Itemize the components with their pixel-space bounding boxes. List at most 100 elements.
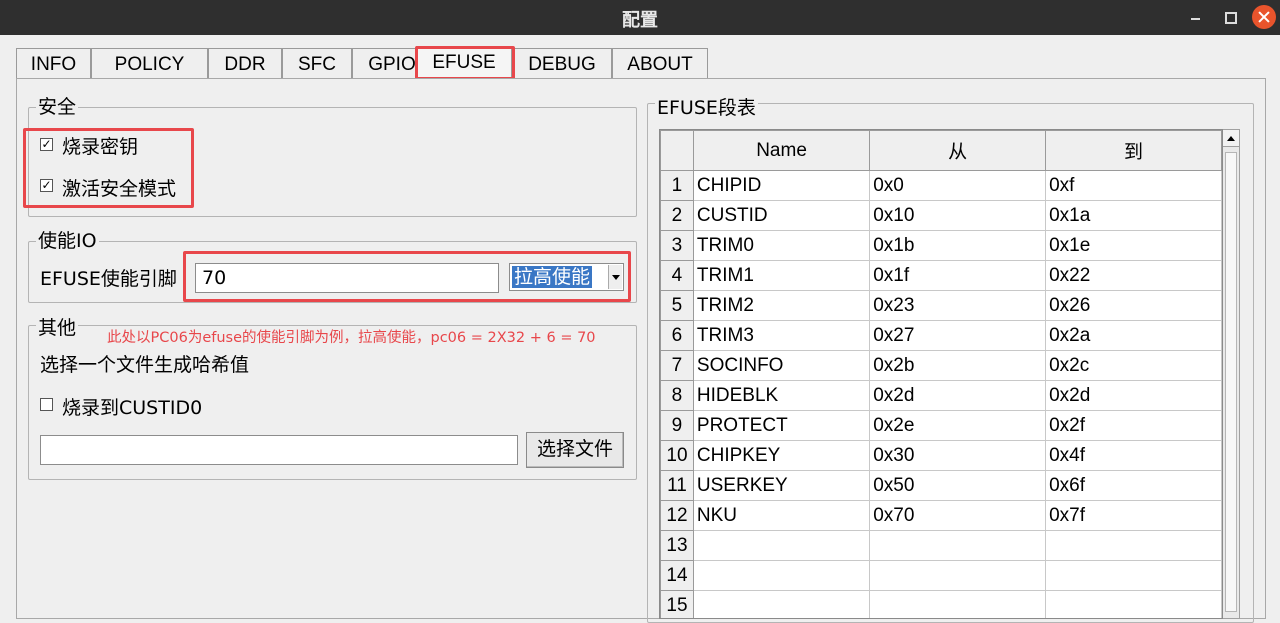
- cell-name[interactable]: USERKEY: [692, 470, 871, 501]
- cell-to[interactable]: 0x22: [1045, 260, 1222, 291]
- cell-name[interactable]: CUSTID: [692, 200, 871, 231]
- cell-name[interactable]: NKU: [692, 500, 871, 531]
- column-header-from[interactable]: 从: [869, 130, 1047, 171]
- cell-name[interactable]: CHIPKEY: [692, 440, 871, 471]
- secure-mode-label: 激活安全模式: [62, 178, 177, 200]
- cell-from[interactable]: 0x30: [869, 440, 1047, 471]
- cell-to[interactable]: 0x2f: [1045, 410, 1222, 441]
- cell-from[interactable]: 0x1b: [869, 230, 1047, 261]
- row-number: 6: [660, 320, 694, 351]
- cell-from[interactable]: [869, 590, 1047, 618]
- tab-info[interactable]: INFO: [16, 48, 91, 78]
- burn-custid-label: 烧录到CUSTID0: [62, 397, 203, 419]
- table-row[interactable]: 1 CHIPID 0x0 0xf: [660, 170, 1222, 201]
- cell-from[interactable]: 0x50: [869, 470, 1047, 501]
- other-group-title: 其他: [36, 317, 79, 339]
- choose-file-button[interactable]: 选择文件: [526, 432, 624, 468]
- row-number: 4: [660, 260, 694, 291]
- table-row[interactable]: 12 NKU 0x70 0x7f: [660, 500, 1222, 531]
- tab-debug[interactable]: DEBUG: [512, 48, 612, 78]
- table-row[interactable]: 5 TRIM2 0x23 0x26: [660, 290, 1222, 321]
- tab-policy[interactable]: POLICY: [91, 48, 208, 78]
- cell-from[interactable]: [869, 560, 1047, 591]
- row-number: 12: [660, 500, 694, 531]
- row-number: 5: [660, 290, 694, 321]
- enable-mode-select[interactable]: 拉高使能: [509, 263, 624, 291]
- table-row[interactable]: 2 CUSTID 0x10 0x1a: [660, 200, 1222, 231]
- cell-from[interactable]: 0x1f: [869, 260, 1047, 291]
- cell-name[interactable]: [692, 530, 871, 561]
- column-header-name[interactable]: Name: [692, 130, 871, 171]
- column-header-to[interactable]: 到: [1045, 130, 1222, 171]
- cell-from[interactable]: 0x2b: [869, 350, 1047, 381]
- burn-custid-checkbox[interactable]: [40, 398, 53, 411]
- hash-label: 选择一个文件生成哈希值: [40, 354, 250, 376]
- cell-name[interactable]: TRIM1: [692, 260, 871, 291]
- table-header-row: Name 从 到: [660, 130, 1222, 171]
- cell-name[interactable]: TRIM2: [692, 290, 871, 321]
- efuse-pin-input[interactable]: 70: [195, 263, 499, 293]
- table-row[interactable]: 14: [660, 560, 1222, 591]
- cell-to[interactable]: 0x4f: [1045, 440, 1222, 471]
- cell-to[interactable]: 0x2d: [1045, 380, 1222, 411]
- cell-to[interactable]: 0x2c: [1045, 350, 1222, 381]
- table-row[interactable]: 11 USERKEY 0x50 0x6f: [660, 470, 1222, 501]
- burn-key-checkbox[interactable]: ✓: [40, 138, 53, 151]
- cell-from[interactable]: 0x23: [869, 290, 1047, 321]
- cell-to[interactable]: 0x2a: [1045, 320, 1222, 351]
- cell-to[interactable]: 0x6f: [1045, 470, 1222, 501]
- cell-name[interactable]: [692, 590, 871, 618]
- scroll-up-icon[interactable]: [1223, 130, 1239, 147]
- row-number: 9: [660, 410, 694, 441]
- row-number: 15: [660, 590, 694, 618]
- cell-to[interactable]: 0x7f: [1045, 500, 1222, 531]
- cell-from[interactable]: 0x2d: [869, 380, 1047, 411]
- table-row[interactable]: 15: [660, 590, 1222, 618]
- file-path-input[interactable]: [40, 435, 518, 465]
- cell-to[interactable]: 0x26: [1045, 290, 1222, 321]
- tab-about[interactable]: ABOUT: [612, 48, 708, 78]
- minimize-icon[interactable]: [1184, 5, 1208, 29]
- cell-to[interactable]: [1045, 590, 1222, 618]
- burn-key-label: 烧录密钥: [62, 136, 139, 158]
- cell-to[interactable]: [1045, 530, 1222, 561]
- table-row[interactable]: 13: [660, 530, 1222, 561]
- cell-from[interactable]: 0x27: [869, 320, 1047, 351]
- table-scrollbar[interactable]: [1223, 129, 1240, 619]
- secure-mode-checkbox[interactable]: ✓: [40, 179, 53, 192]
- efuse-table-title: EFUSE段表: [655, 97, 758, 119]
- cell-to[interactable]: 0xf: [1045, 170, 1222, 201]
- cell-name[interactable]: SOCINFO: [692, 350, 871, 381]
- table-row[interactable]: 10 CHIPKEY 0x30 0x4f: [660, 440, 1222, 471]
- tab-ddr[interactable]: DDR: [208, 48, 282, 78]
- row-number: 13: [660, 530, 694, 561]
- dropdown-arrow-icon[interactable]: [608, 265, 622, 289]
- table-row[interactable]: 7 SOCINFO 0x2b 0x2c: [660, 350, 1222, 381]
- cell-to[interactable]: 0x1a: [1045, 200, 1222, 231]
- cell-from[interactable]: 0x0: [869, 170, 1047, 201]
- table-row[interactable]: 9 PROTECT 0x2e 0x2f: [660, 410, 1222, 441]
- efuse-pin-label: EFUSE使能引脚: [40, 268, 177, 290]
- cell-to[interactable]: 0x1e: [1045, 230, 1222, 261]
- cell-name[interactable]: CHIPID: [692, 170, 871, 201]
- cell-from[interactable]: [869, 530, 1047, 561]
- cell-name[interactable]: [692, 560, 871, 591]
- row-number: 14: [660, 560, 694, 591]
- tab-sfc[interactable]: SFC: [282, 48, 352, 78]
- cell-from[interactable]: 0x2e: [869, 410, 1047, 441]
- tab-efuse[interactable]: EFUSE: [416, 46, 512, 78]
- cell-name[interactable]: PROTECT: [692, 410, 871, 441]
- cell-from[interactable]: 0x70: [869, 500, 1047, 531]
- cell-name[interactable]: TRIM0: [692, 230, 871, 261]
- table-row[interactable]: 8 HIDEBLK 0x2d 0x2d: [660, 380, 1222, 411]
- maximize-icon[interactable]: [1218, 5, 1242, 29]
- close-icon[interactable]: [1252, 5, 1276, 29]
- scrollbar-thumb[interactable]: [1225, 152, 1237, 612]
- table-row[interactable]: 4 TRIM1 0x1f 0x22: [660, 260, 1222, 291]
- table-row[interactable]: 3 TRIM0 0x1b 0x1e: [660, 230, 1222, 261]
- cell-to[interactable]: [1045, 560, 1222, 591]
- table-row[interactable]: 6 TRIM3 0x27 0x2a: [660, 320, 1222, 351]
- cell-from[interactable]: 0x10: [869, 200, 1047, 231]
- cell-name[interactable]: TRIM3: [692, 320, 871, 351]
- cell-name[interactable]: HIDEBLK: [692, 380, 871, 411]
